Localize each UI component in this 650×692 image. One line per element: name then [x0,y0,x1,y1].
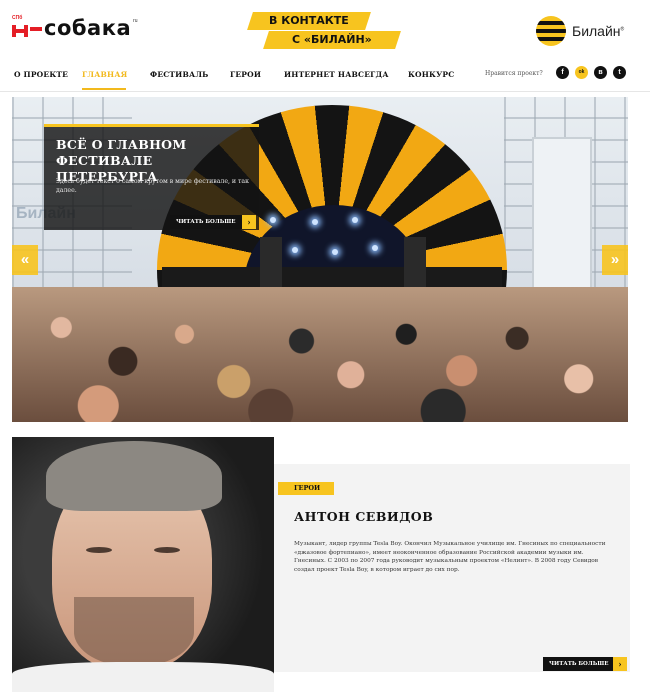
nav-item-heroes[interactable]: ГЕРОИ [230,70,261,79]
portrait-shirt [12,662,274,692]
crowd-image [12,287,628,422]
hero-slider[interactable]: Билайн ВСЁ О ГЛАВНОМ ФЕСТИВАЛЕ ПЕТЕРБУРГ… [12,97,628,422]
beeline-logo[interactable]: Билайн® [536,16,624,46]
vk-icon[interactable]: в [594,66,607,79]
hero-text: Здесь будет текст о самом крутом в мире … [56,178,249,194]
logo-domain: ru [133,18,138,24]
slider-next-button[interactable]: » [602,245,628,275]
hero-name: АНТОН СЕВИДОВ [294,509,434,524]
logo-mark-icon: СПб [12,15,42,37]
sobaka-logo[interactable]: СПб собака ru [12,15,138,40]
beeline-ball-icon [536,16,566,46]
site-header: СПб собака ru В КОНТАКТЕ С «БИЛАЙН» Била… [0,0,650,62]
speaker-left [260,237,282,287]
arrow-right-icon: › [242,215,256,229]
nav-item-contest[interactable]: КОНКУРС [408,70,454,79]
beeline-brand-text: Билайн® [572,23,625,39]
section-tag[interactable]: ГЕРОИ [278,482,334,495]
like-prompt: Нравится проект? [485,70,543,77]
side-screen [532,137,592,297]
nav-item-festival[interactable]: ФЕСТИВАЛЬ [150,70,209,79]
nav-active-indicator [82,88,126,90]
hero-portrait [12,437,274,692]
portrait-hair [46,441,222,511]
hero-card: ГЕРОИ АНТОН СЕВИДОВ Музыкант, лидер груп… [274,464,630,672]
portrait-beard [74,597,194,667]
nav-item-home[interactable]: ГЛАВНАЯ [82,70,127,79]
nav-item-about[interactable]: О ПРОЕКТЕ [14,70,68,79]
twitter-icon[interactable]: t [613,66,626,79]
vk-promo-banner[interactable]: В КОНТАКТЕ С «БИЛАЙН» [236,12,404,50]
hero-read-more-button[interactable]: ЧИТАТЬ БОЛЬШЕ › [170,215,256,229]
slider-prev-button[interactable]: « [12,245,38,275]
promo-line-2: С «БИЛАЙН» [263,31,401,49]
logo-city: СПб [12,14,23,21]
logo-text: собака [44,16,132,40]
hero-bio: Музыкант, лидер группы Tesla Boy. Окончи… [294,541,606,573]
speaker-right [404,237,426,287]
nav-item-internet[interactable]: ИНТЕРНЕТ НАВСЕГДА [284,70,389,79]
card-read-more-button[interactable]: ЧИТАТЬ БОЛЬШЕ › [543,657,627,671]
hero-caption: ВСЁ О ГЛАВНОМ ФЕСТИВАЛЕ ПЕТЕРБУРГА Здесь… [44,124,259,230]
arrow-right-icon: › [613,657,627,671]
promo-line-1: В КОНТАКТЕ [247,12,371,30]
facebook-icon[interactable]: f [556,66,569,79]
odnoklassniki-icon[interactable]: ok [575,66,588,79]
main-nav: О ПРОЕКТЕ ГЛАВНАЯ ФЕСТИВАЛЬ ГЕРОИ ИНТЕРН… [0,62,650,92]
